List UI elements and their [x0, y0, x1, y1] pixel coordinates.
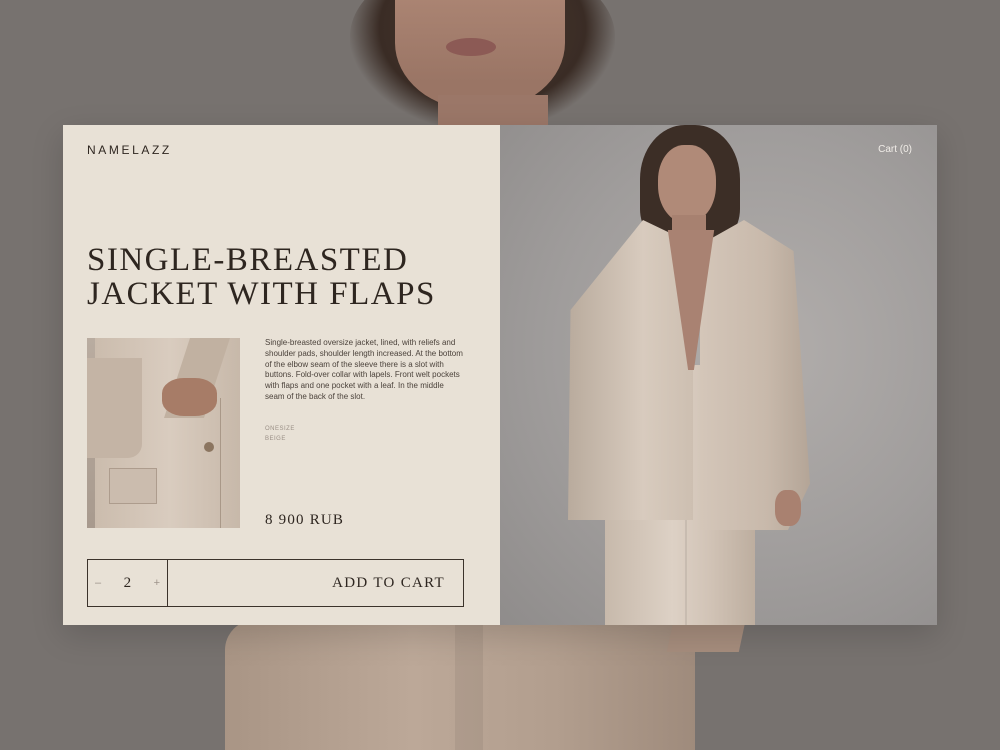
add-to-cart-button[interactable]: ADD TO CART — [168, 560, 463, 606]
thumbnail-seam — [220, 398, 221, 528]
brand-logo[interactable]: NAMELAZZ — [87, 143, 172, 157]
background-jacket-flap — [666, 622, 746, 652]
product-attributes: ONESIZE BEIGE — [265, 424, 295, 444]
product-title: SINGLE-BREASTED JACKET WITH FLAPS — [87, 242, 436, 312]
model-hand — [775, 490, 801, 526]
product-info-panel: NAMELAZZ SINGLE-BREASTED JACKET WITH FLA… — [63, 125, 500, 625]
product-price: 8 900 RUB — [265, 512, 345, 528]
cart-link[interactable]: Cart (0) — [878, 144, 912, 155]
thumbnail-sleeve — [87, 358, 142, 458]
product-thumbnail[interactable] — [87, 338, 240, 528]
background-lips — [446, 38, 496, 56]
thumbnail-pocket-flap — [109, 468, 157, 504]
model-face — [658, 145, 716, 223]
product-description: Single-breasted oversize jacket, lined, … — [265, 338, 463, 401]
quantity-value[interactable]: 2 — [124, 575, 132, 592]
increment-button[interactable]: + — [154, 577, 160, 589]
quantity-stepper: – 2 + — [88, 560, 168, 606]
thumbnail-button — [204, 442, 214, 452]
product-size: ONESIZE — [265, 426, 295, 432]
thumbnail-hand — [162, 378, 217, 416]
purchase-bar: – 2 + ADD TO CART — [87, 559, 464, 607]
background-trousers-seam — [455, 625, 483, 750]
decrement-button[interactable]: – — [95, 577, 101, 589]
product-photo: Cart (0) — [500, 125, 937, 625]
model-jacket-right — [700, 220, 810, 530]
product-card: NAMELAZZ SINGLE-BREASTED JACKET WITH FLA… — [63, 125, 937, 625]
product-color: BEIGE — [265, 436, 286, 442]
